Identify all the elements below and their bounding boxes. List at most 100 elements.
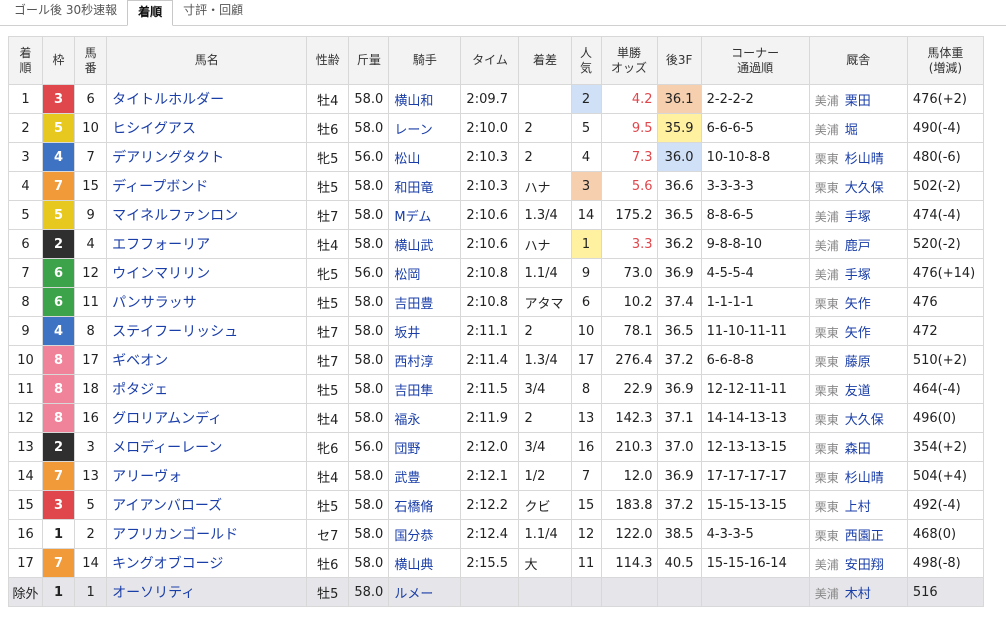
horse-name-link[interactable]: マイネルファンロン	[112, 208, 238, 224]
trainer-link[interactable]: 手塚	[845, 268, 871, 283]
table-row: 6 2 4 エフフォーリア 牡4 58.0 横山武 2:10.6 ハナ 1 3.3 36.2 9-8-8…	[7, 229, 985, 259]
trainer-link[interactable]: 西園正	[845, 529, 884, 544]
jockey-name-link[interactable]: 西村淳	[394, 355, 433, 370]
jockey-name-cell: 石橋脩	[388, 490, 462, 520]
horse-name-cell: デアリングタクト	[106, 142, 308, 172]
jockey-name-link[interactable]: 坂井	[394, 326, 420, 341]
trainer-link[interactable]: 鹿戸	[845, 239, 871, 254]
tab-goal-report[interactable]: ゴール後 30秒速報	[4, 0, 127, 25]
sex-age-cell: 牝5	[306, 142, 350, 172]
horse-name-cell: ウインマリリン	[106, 258, 308, 288]
rank-cell: 15	[7, 490, 44, 520]
margin-cell: 3/4	[518, 374, 572, 404]
trainer-link[interactable]: 大久保	[845, 181, 884, 196]
horse-name-link[interactable]: エフフォーリア	[112, 237, 210, 253]
jockey-name-link[interactable]: 団野	[394, 442, 420, 457]
odds-cell: 4.2	[600, 84, 658, 114]
horse-name-link[interactable]: ウインマリリン	[112, 266, 210, 282]
trainer-link[interactable]: 堀	[845, 123, 858, 138]
jockey-name-link[interactable]: 横山武	[394, 239, 433, 254]
margin-cell: ハナ	[518, 171, 572, 201]
trainer-link[interactable]: 手塚	[845, 210, 871, 225]
trainer-link[interactable]: 矢作	[845, 297, 871, 312]
jockey-name-cell: 松岡	[388, 258, 462, 288]
jockey-name-link[interactable]: 石橋脩	[394, 500, 433, 515]
header-sexage: 性齢	[306, 36, 350, 85]
header-weight: 斤量	[348, 36, 390, 85]
margin-cell: 1/2	[518, 461, 572, 491]
body-weight-cell: 496(0)	[906, 403, 985, 433]
horse-name-link[interactable]: グロリアムンディ	[112, 411, 222, 427]
jockey-name-link[interactable]: 横山典	[394, 558, 433, 573]
trainer-link[interactable]: 杉山晴	[845, 152, 884, 167]
stable-region: 美浦	[814, 209, 839, 224]
horse-name-link[interactable]: アイアンバローズ	[112, 498, 222, 514]
jockey-name-link[interactable]: 福永	[394, 413, 420, 428]
horse-name-link[interactable]: ヒシイグアス	[112, 121, 196, 137]
horse-name-link[interactable]: ディープボンド	[112, 179, 208, 195]
trainer-link[interactable]: 上村	[845, 500, 871, 515]
trainer-link[interactable]: 木村	[845, 587, 871, 602]
sex-age-cell: 牡7	[306, 316, 350, 346]
jockey-name-link[interactable]: レーン	[394, 123, 432, 138]
corner-cell: 1-1-1-1	[700, 287, 810, 317]
jockey-name-link[interactable]: 松山	[394, 152, 420, 167]
horse-name-link[interactable]: パンサラッサ	[112, 295, 197, 311]
waku-cell: 8	[42, 374, 76, 404]
stable-region: 栗東	[814, 354, 839, 369]
horse-number-cell: 11	[74, 287, 108, 317]
horse-name-link[interactable]: オーソリティ	[112, 585, 195, 601]
tab-review[interactable]: 寸評・回顧	[173, 0, 253, 25]
popularity-cell: 13	[570, 403, 602, 433]
body-weight-cell: 490(-4)	[906, 113, 985, 143]
table-row: 7 6 12 ウインマリリン 牝5 56.0 松岡 2:10.8 1.1/4 9 73.0 36.9 4…	[7, 258, 985, 288]
table-row: 除外 1 1 オーソリティ 牡5 58.0 ルメー 美浦 木村 516	[7, 577, 985, 607]
jockey-name-link[interactable]: 国分恭	[394, 529, 433, 544]
trainer-link[interactable]: 杉山晴	[845, 471, 884, 486]
horse-name-link[interactable]: デアリングタクト	[112, 150, 224, 166]
trainer-link[interactable]: 栗田	[845, 94, 871, 109]
trainer-link[interactable]: 友道	[845, 384, 871, 399]
sex-age-cell: 牡7	[306, 345, 350, 375]
stable-region: 栗東	[814, 470, 839, 485]
odds-cell: 7.3	[600, 142, 658, 172]
jockey-name-cell: 団野	[388, 432, 462, 462]
odds-cell: 12.0	[600, 461, 658, 491]
jockey-name-link[interactable]: 吉田豊	[394, 297, 433, 312]
trainer-link[interactable]: 安田翔	[845, 558, 884, 573]
horse-name-link[interactable]: ステイフーリッシュ	[112, 324, 238, 340]
horse-name-link[interactable]: アフリカンゴールド	[112, 527, 238, 543]
jockey-name-link[interactable]: Mデム	[394, 210, 431, 225]
trainer-link[interactable]: 藤原	[845, 355, 871, 370]
jockey-name-link[interactable]: 吉田隼	[394, 384, 433, 399]
body-weight-cell: 354(+2)	[906, 432, 985, 462]
margin-cell: 1.3/4	[518, 345, 572, 375]
last3f-cell: 40.5	[656, 548, 702, 578]
horse-name-link[interactable]: メロディーレーン	[112, 440, 222, 456]
jockey-name-link[interactable]: 和田竜	[394, 181, 433, 196]
horse-name-link[interactable]: キングオブコージ	[112, 556, 223, 572]
tab-results[interactable]: 着順	[127, 0, 174, 26]
jockey-name-link[interactable]: 武豊	[394, 471, 420, 486]
corner-cell: 3-3-3-3	[700, 171, 810, 201]
horse-name-link[interactable]: タイトルホルダー	[112, 92, 224, 108]
horse-number-cell: 8	[74, 316, 108, 346]
trainer-link[interactable]: 矢作	[845, 326, 871, 341]
horse-name-link[interactable]: アリーヴォ	[112, 469, 182, 485]
body-weight-cell: 480(-6)	[906, 142, 985, 172]
table-row: 8 6 11 パンサラッサ 牡5 58.0 吉田豊 2:10.8 アタマ 6 10.2 37.4 1-1…	[7, 287, 985, 317]
odds-cell	[600, 577, 658, 607]
horse-name-link[interactable]: ポタジェ	[112, 382, 168, 398]
margin-cell: 2	[518, 142, 572, 172]
sex-age-cell: 牝5	[306, 258, 350, 288]
rank-cell: 11	[7, 374, 44, 404]
sex-age-cell: 牡4	[306, 403, 350, 433]
horse-name-cell: エフフォーリア	[106, 229, 308, 259]
horse-name-link[interactable]: ギベオン	[112, 353, 168, 369]
jockey-name-link[interactable]: 松岡	[394, 268, 420, 283]
trainer-link[interactable]: 大久保	[845, 413, 884, 428]
jockey-name-link[interactable]: 横山和	[394, 94, 433, 109]
jockey-name-link[interactable]: ルメー	[394, 587, 433, 602]
waku-cell: 5	[42, 200, 76, 230]
trainer-link[interactable]: 森田	[845, 442, 871, 457]
